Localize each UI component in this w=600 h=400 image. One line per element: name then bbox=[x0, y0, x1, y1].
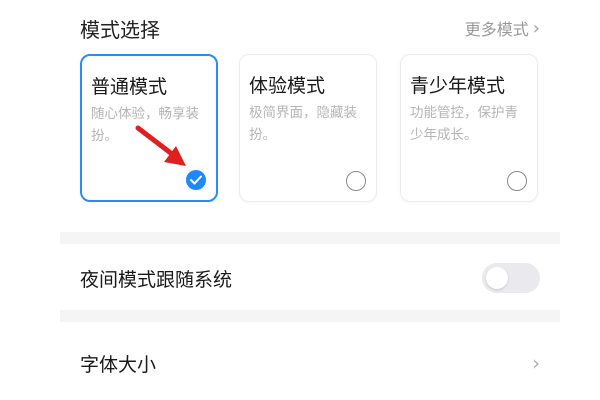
chevron-right-icon: › bbox=[532, 351, 540, 375]
night-mode-row[interactable]: 夜间模式跟随系统 bbox=[80, 258, 540, 298]
section-title: 模式选择 bbox=[80, 17, 160, 42]
section-divider bbox=[60, 310, 560, 322]
radio-unchecked[interactable] bbox=[346, 171, 366, 191]
mode-card-teen[interactable]: 青少年模式 功能管控，保护青少年成长。 bbox=[400, 54, 538, 202]
card-title: 青少年模式 bbox=[410, 75, 506, 97]
card-description: 极简界面，隐藏装扮。 bbox=[249, 105, 357, 143]
chevron-right-icon: › bbox=[532, 17, 540, 39]
night-mode-toggle[interactable] bbox=[482, 263, 540, 293]
more-modes-label: 更多模式 bbox=[464, 20, 529, 39]
more-modes-link[interactable]: 更多模式 › bbox=[465, 16, 540, 40]
card-description: 功能管控，保护青少年成长。 bbox=[410, 105, 518, 143]
red-arrow-icon bbox=[135, 125, 186, 166]
section-divider bbox=[60, 232, 560, 244]
font-size-label: 字体大小 bbox=[80, 353, 157, 376]
card-title: 普通模式 bbox=[91, 76, 168, 98]
mode-section-header: 模式选择 更多模式 › bbox=[80, 12, 540, 44]
radio-unchecked[interactable] bbox=[507, 171, 527, 191]
toggle-knob bbox=[486, 267, 508, 289]
font-size-row[interactable]: 字体大小 › bbox=[80, 343, 540, 383]
card-title: 体验模式 bbox=[249, 75, 326, 97]
night-mode-label: 夜间模式跟随系统 bbox=[80, 268, 233, 291]
mode-card-experience[interactable]: 体验模式 极简界面，隐藏装扮。 bbox=[239, 54, 377, 202]
